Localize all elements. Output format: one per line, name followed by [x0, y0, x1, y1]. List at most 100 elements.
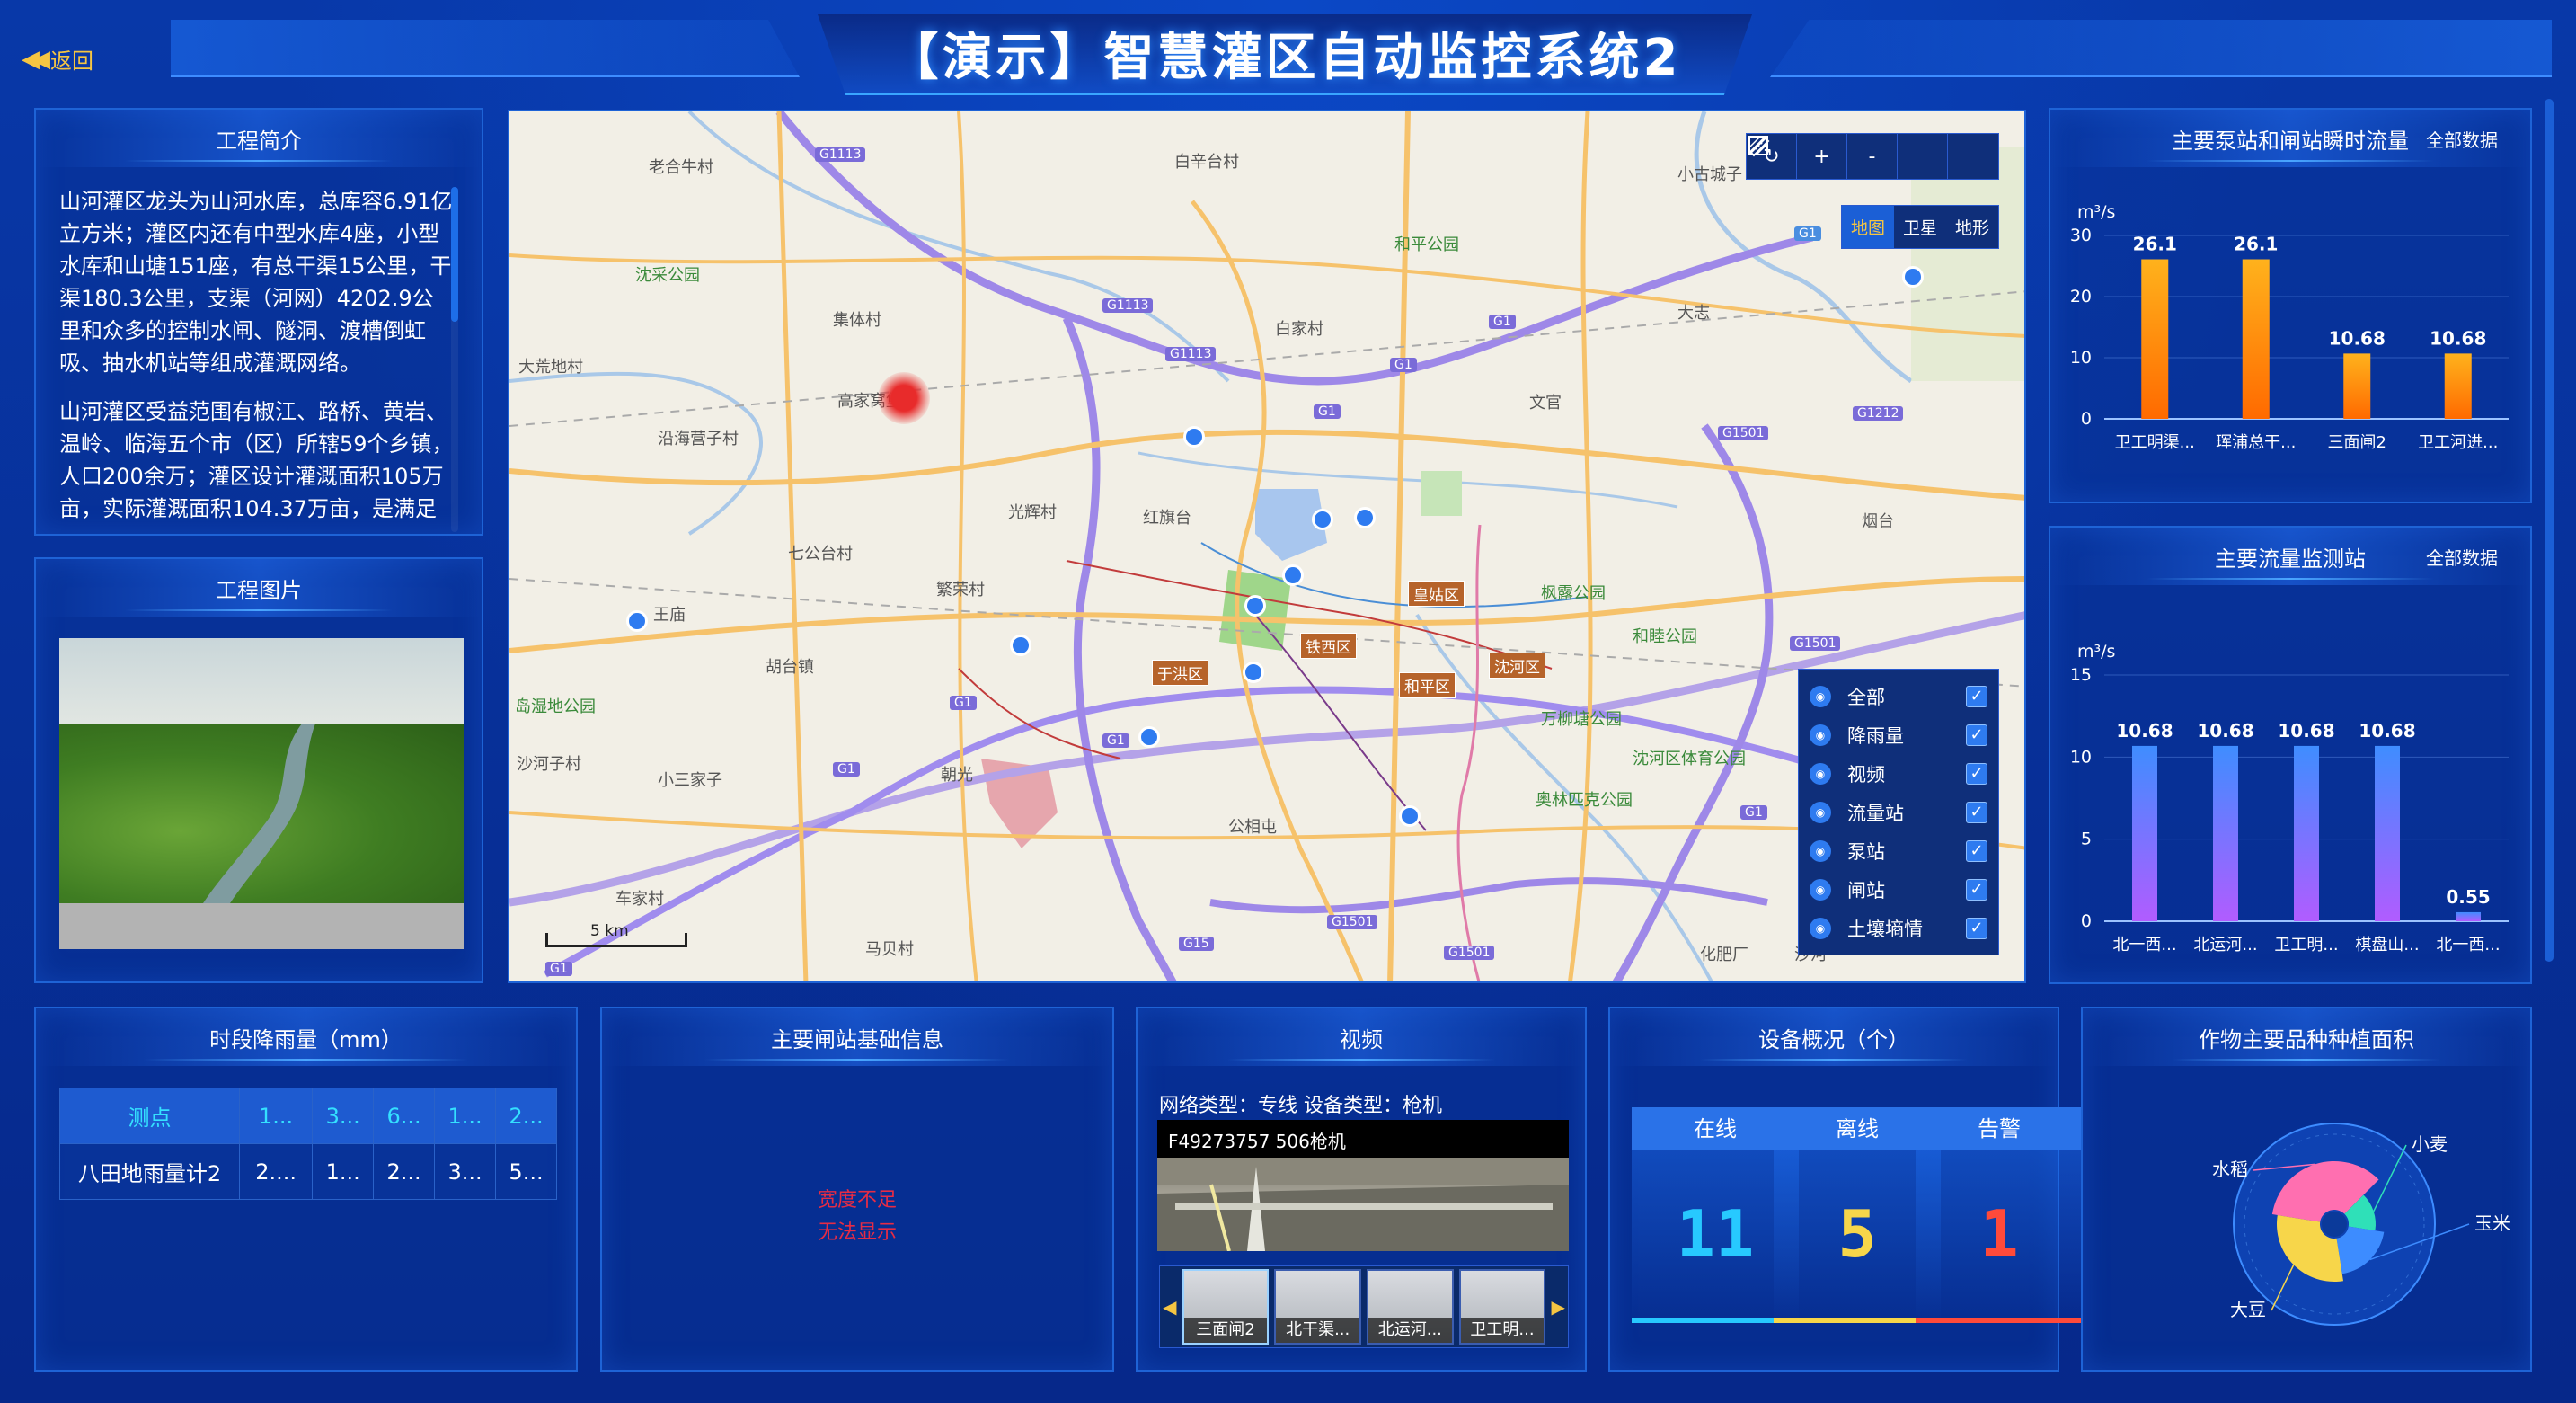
station-marker-icon[interactable]: [1902, 266, 1924, 288]
warn-text-2: 无法显示: [817, 1221, 897, 1244]
project-photo[interactable]: [59, 638, 464, 949]
station-marker-icon[interactable]: [1183, 426, 1205, 448]
layer-checkbox[interactable]: ✓: [1966, 685, 1987, 707]
station-marker-icon[interactable]: [1354, 507, 1376, 528]
layer-checkbox[interactable]: ✓: [1966, 762, 1987, 785]
station-marker-icon[interactable]: [1138, 726, 1160, 748]
table-header[interactable]: 2...: [495, 1088, 557, 1144]
intro-paragraph: 山河灌区受益范围有椒江、路桥、黄岩、温岭、临海五个市（区）所辖59个乡镇，人口2…: [59, 399, 454, 519]
chart-data-label: 26.1: [2133, 234, 2177, 255]
header-decoration-left: [171, 20, 800, 77]
camera-icon: ◉: [1810, 762, 1831, 785]
flow-all-data-link[interactable]: 全部数据: [2426, 544, 2498, 570]
map-place-label: 化肥厂: [1700, 946, 1748, 964]
station-marker-icon[interactable]: [1282, 564, 1304, 586]
map[interactable]: 老合牛村 白辛台村 小古城子 和平公园 沈采公园 集体村 白家村 大志 大荒地村 高家窝堡 文官 沿海…: [508, 110, 2026, 983]
layer-checkbox[interactable]: ✓: [1966, 878, 1987, 901]
pie-slice-label: 小麦: [2412, 1133, 2448, 1155]
back-label: 返回: [50, 49, 93, 74]
video-player[interactable]: F49273757 506枪机: [1157, 1120, 1569, 1251]
layer-checkbox[interactable]: ✓: [1966, 839, 1987, 862]
video-thumbnail[interactable]: 北干渠...: [1274, 1269, 1361, 1345]
chart-data-label: 26.1: [2234, 234, 2278, 255]
highway-shield: G1113: [815, 147, 866, 162]
zoom-in-icon[interactable]: +: [1797, 134, 1847, 179]
highway-shield: G1: [1102, 733, 1129, 748]
chart-bar: [2141, 259, 2169, 419]
highway-shield: G1501: [1327, 915, 1378, 929]
video-thumbnail[interactable]: 三面闸2: [1182, 1269, 1270, 1345]
table-header[interactable]: 6...: [373, 1088, 436, 1144]
highway-shield: G1501: [1444, 946, 1495, 960]
layer-row-flow[interactable]: ◉ 流量站 ✓: [1799, 793, 1998, 831]
station-marker-icon[interactable]: [1243, 662, 1264, 683]
layer-checkbox[interactable]: ✓: [1966, 917, 1987, 939]
next-arrow-icon[interactable]: ▶: [1548, 1296, 1568, 1318]
page-scrollbar[interactable]: [2545, 99, 2554, 962]
intro-text[interactable]: 山河灌区龙头为山河水库，总库容6.91亿立方米；灌区内还有中型水库4座，小型水库…: [36, 167, 482, 519]
table-header[interactable]: 1...: [238, 1088, 314, 1144]
device-alarm[interactable]: 告警 1: [1916, 1107, 2083, 1323]
highway-shield: G1: [1314, 404, 1341, 419]
alarm-marker[interactable]: [878, 372, 930, 424]
map-place-label: 大荒地村: [518, 358, 583, 377]
chart-x-tick-label: 北一西...: [2436, 936, 2500, 955]
ruler-icon[interactable]: [1748, 134, 1948, 179]
layer-row-rain[interactable]: ◉ 降雨量 ✓: [1799, 715, 1998, 754]
layer-row-gate[interactable]: ◉ 闸站 ✓: [1799, 870, 1998, 909]
table-row[interactable]: 八田地雨量计2 2.... 1... 2... 3... 5...: [59, 1143, 557, 1200]
video-thumbnail-strip: ◀ 三面闸2 北干渠... 北运河... 卫工明... ▶: [1159, 1265, 1569, 1348]
map-type-satellite[interactable]: 卫星: [1894, 206, 1946, 248]
table-header[interactable]: 1...: [434, 1088, 497, 1144]
flow-chart: m³/s 0 5 10 15 10.68 北一西... 10.68 北运河... 10.68 卫工明…: [2070, 642, 2509, 955]
chart-unit-label: m³/s: [2077, 202, 2115, 222]
chart-y-tick-label: 10: [2070, 348, 2092, 368]
map-district-label[interactable]: 和平区: [1399, 672, 1456, 698]
header: 【演示】智慧灌区自动监控系统2 ◀◀ 返回: [0, 0, 2576, 99]
prev-arrow-icon[interactable]: ◀: [1160, 1296, 1180, 1318]
video-thumbnail[interactable]: 卫工明...: [1458, 1269, 1546, 1345]
table-cell: 3...: [434, 1143, 497, 1200]
map-district-label[interactable]: 沈河区: [1489, 653, 1545, 679]
layer-row-all[interactable]: ◉ 全部 ✓: [1799, 677, 1998, 715]
map-type-terrain[interactable]: 地形: [1946, 206, 1998, 248]
area-measure-icon[interactable]: [1748, 134, 1998, 179]
layer-label: 全部: [1847, 686, 1885, 708]
map-district-label[interactable]: 铁西区: [1300, 633, 1357, 659]
station-marker-icon[interactable]: [626, 610, 648, 632]
map-district-label[interactable]: 皇姑区: [1408, 581, 1465, 607]
station-marker-icon[interactable]: [1399, 805, 1421, 827]
chart-data-label: 10.68: [2359, 720, 2415, 741]
photo-sky: [59, 638, 464, 724]
pump-all-data-link[interactable]: 全部数据: [2426, 126, 2498, 152]
layer-checkbox[interactable]: ✓: [1966, 724, 1987, 746]
layer-row-pump[interactable]: ◉ 泵站 ✓: [1799, 831, 1998, 870]
chart-x-tick-label: 卫工明渠...: [2115, 433, 2195, 452]
chart-x-tick-label: 三面闸2: [2328, 433, 2386, 452]
intro-scroll-thumb[interactable]: [451, 187, 458, 322]
station-marker-icon[interactable]: [1312, 509, 1333, 530]
layer-row-video[interactable]: ◉ 视频 ✓: [1799, 754, 1998, 793]
table-header[interactable]: 测点: [59, 1088, 240, 1144]
crop-pie-chart: 水稻 小麦玉米大豆: [2212, 1123, 2510, 1326]
chart-x-tick-label: 棋盘山...: [2355, 936, 2419, 955]
table-header[interactable]: 3...: [312, 1088, 375, 1144]
back-button[interactable]: ◀◀ 返回: [22, 43, 93, 75]
map-district-label[interactable]: 于洪区: [1152, 660, 1208, 686]
map-place-label: 奥林匹克公园: [1536, 791, 1633, 810]
chart-unit-label: m³/s: [2077, 642, 2115, 662]
thumbnail-label: 三面闸2: [1183, 1318, 1268, 1343]
photo-title: 工程图片: [36, 559, 482, 617]
layer-checkbox[interactable]: ✓: [1966, 801, 1987, 823]
map-place-label: 烟台: [1862, 512, 1894, 531]
zoom-out-icon[interactable]: -: [1847, 134, 1898, 179]
station-marker-icon[interactable]: [1010, 635, 1031, 656]
rain-table: 测点 1... 3... 6... 1... 2... 八田地雨量计2 2...…: [59, 1088, 557, 1200]
layer-row-soil[interactable]: ◉ 土壤墒情 ✓: [1799, 909, 1998, 947]
station-marker-icon[interactable]: [1244, 595, 1266, 617]
highway-shield: G1: [1794, 226, 1821, 241]
thumbnail-label: 北干渠...: [1276, 1318, 1359, 1343]
map-place-label: 枫露公园: [1541, 584, 1606, 603]
map-type-standard[interactable]: 地图: [1841, 206, 1894, 248]
video-thumbnail[interactable]: 北运河...: [1367, 1269, 1454, 1345]
